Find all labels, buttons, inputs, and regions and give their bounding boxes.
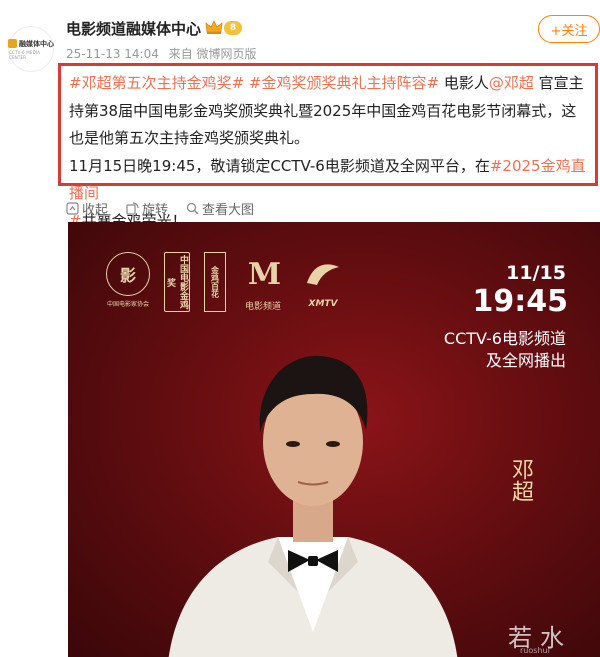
collapse-button[interactable]: 收起	[66, 199, 108, 218]
rotate-icon	[126, 202, 139, 215]
post-text: 电影人	[439, 74, 489, 92]
post-text: 11月15日晚19:45，敬请锁定CCTV-6电影频道及全网平台，在	[69, 156, 490, 175]
logo-square-icon	[8, 39, 17, 48]
host-name: 邓超	[508, 458, 533, 502]
poster-logos: 影 中国电影家协会 中国电影金鸡奖 金鸡百花 M 电影频道 XMTV	[106, 252, 346, 312]
site-watermark-sub: ruoshui	[520, 646, 550, 655]
media-center-logo: 融媒体中心	[8, 39, 54, 49]
collapse-label: 收起	[82, 203, 109, 218]
zoom-icon	[186, 202, 199, 215]
movie-channel-logo: M 电影频道	[240, 252, 286, 313]
mention-link[interactable]: @邓超	[489, 74, 534, 92]
cfa-logo-icon: 影	[106, 252, 150, 296]
rotate-label: 旋转	[142, 203, 169, 218]
avatar-logo-subtext: CCTV-6 MEDIA CENTER	[9, 49, 41, 60]
golden-rooster-logo: 中国电影金鸡奖	[164, 252, 190, 312]
broadcast-time: 19:45	[472, 284, 569, 319]
golden-rooster-logo-mark: 中国电影金鸡奖	[164, 252, 190, 312]
movie-channel-logo-caption: 电影频道	[244, 302, 281, 312]
cfa-logo: 影 中国电影家协会	[106, 252, 150, 308]
post-meta: 25-11-13 14:04 来自 微博网页版	[66, 45, 263, 62]
host-portrait-image	[168, 355, 458, 657]
crown-icon	[205, 20, 223, 34]
collapse-icon	[66, 202, 79, 215]
jinji-baihua-logo-mark: 金鸡百花	[204, 252, 226, 312]
xmtv-logo: XMTV	[300, 252, 346, 309]
rotate-button[interactable]: 旋转	[126, 199, 168, 218]
image-actions: 收起 旋转 查看大图	[66, 199, 272, 218]
xmtv-logo-icon	[300, 252, 346, 296]
post-content: #邓超第五次主持金鸡奖# #金鸡奖颁奖典礼主持阵容# 电影人@邓超 官宣主持第3…	[58, 63, 598, 230]
level-badge: 8	[224, 21, 242, 35]
account-name[interactable]: 电影频道融媒体中心	[66, 18, 201, 39]
hashtag-link[interactable]: #金鸡奖颁奖典礼主持阵容#	[249, 74, 439, 92]
avatar-logo-text: 融媒体中心	[19, 39, 54, 48]
post-image[interactable]: 影 中国电影家协会 中国电影金鸡奖 金鸡百花 M 电影频道 XMTV 11/15…	[68, 222, 600, 657]
post-source: 来自 微博网页版	[168, 47, 257, 61]
hashtag-link[interactable]: #邓超第五次主持金鸡奖#	[69, 74, 244, 92]
cfa-logo-caption: 中国电影家协会	[106, 301, 149, 308]
view-large-button[interactable]: 查看大图	[186, 199, 254, 218]
follow-button[interactable]: +关注	[538, 15, 600, 43]
view-large-label: 查看大图	[202, 203, 255, 218]
xmtv-logo-caption: XMTV	[308, 299, 338, 309]
movie-channel-logo-icon: M	[247, 256, 281, 292]
post-date[interactable]: 25-11-13 14:04	[66, 47, 159, 61]
jinji-baihua-logo: 金鸡百花	[204, 252, 226, 312]
broadcast-date: 11/15	[506, 262, 566, 284]
account-avatar[interactable]: 融媒体中心 CCTV-6 MEDIA CENTER	[8, 26, 54, 72]
